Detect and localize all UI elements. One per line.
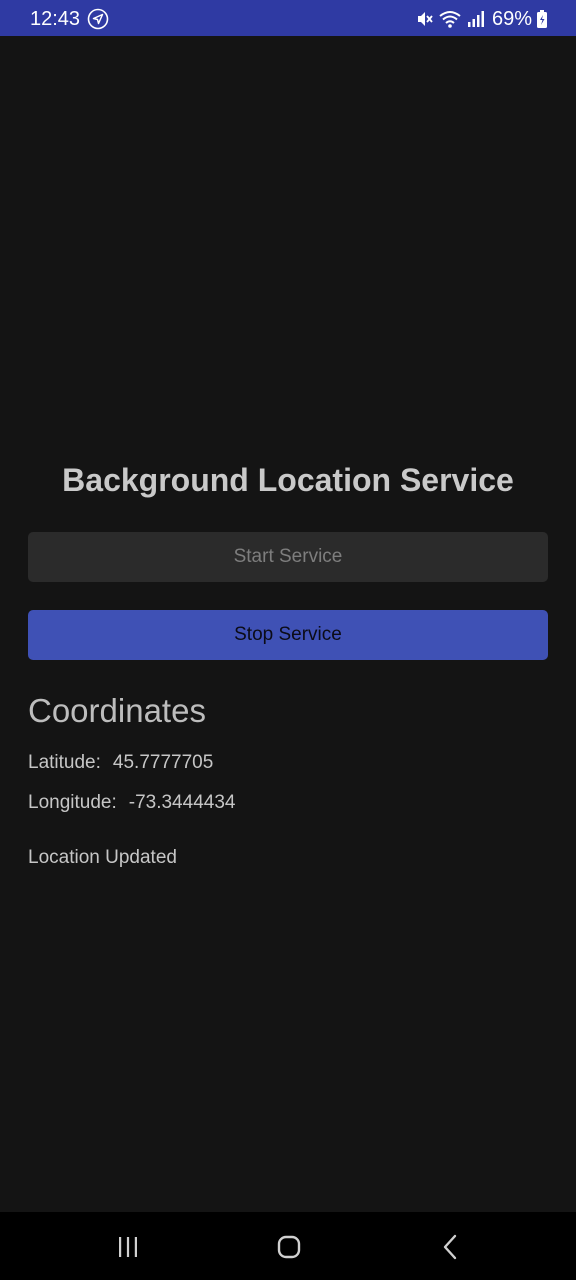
location-status-text: Location Updated [28,847,177,868]
status-bar: 12:43 69% [0,0,576,36]
longitude-row: Longitude: -73.3444434 [28,792,235,814]
longitude-label: Longitude: [28,792,117,813]
coordinates-heading: Coordinates [28,692,206,729]
signal-icon [466,9,486,29]
back-icon[interactable] [436,1232,466,1262]
navigation-bar [0,1212,576,1280]
mute-icon [416,9,434,29]
battery-icon [536,9,548,29]
start-service-button[interactable]: Start Service [28,532,548,582]
navigation-arrow-icon [87,8,109,30]
battery-percentage: 69% [491,7,532,30]
home-icon[interactable] [274,1232,304,1262]
latitude-value: 45.7777705 [112,752,214,773]
stop-service-button[interactable]: Stop Service [28,610,548,660]
longitude-value: -73.3444434 [128,792,236,813]
status-icons: 69% [416,8,548,30]
latitude-row: Latitude: 45.7777705 [28,752,213,774]
latitude-label: Latitude: [28,752,101,773]
page-title: Background Location Service [62,462,514,498]
wifi-icon [438,9,462,29]
recents-icon[interactable] [113,1232,143,1262]
status-time: 12:43 [30,8,81,30]
